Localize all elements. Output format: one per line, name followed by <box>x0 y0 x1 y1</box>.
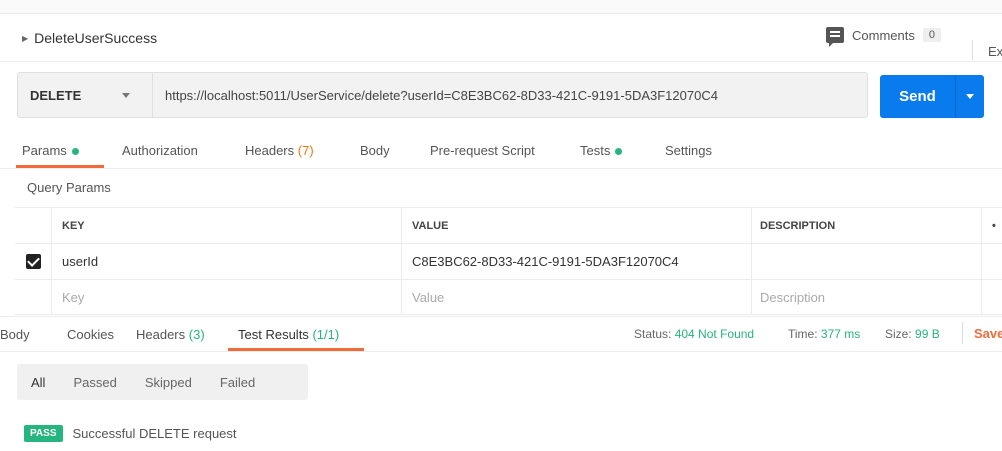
table-row-new: Key Value Description <box>15 279 1002 315</box>
response-tab-headers-count: (3) <box>188 327 205 342</box>
tab-settings[interactable]: Settings <box>665 143 712 158</box>
tab-tests[interactable]: Tests <box>580 143 623 158</box>
response-status: Status: 404 Not Found <box>634 327 754 341</box>
url-input[interactable]: https://localhost:5011/UserService/delet… <box>153 88 718 103</box>
response-tab-test-results[interactable]: Test Results (1/1) <box>238 327 339 342</box>
active-response-tab-indicator <box>228 348 364 351</box>
comments-label: Comments <box>852 27 915 43</box>
response-size: Size: 99 B <box>885 327 940 341</box>
new-key-input[interactable]: Key <box>51 280 401 314</box>
test-result-name: Successful DELETE request <box>72 426 237 441</box>
filter-skipped[interactable]: Skipped <box>131 364 206 400</box>
time-label: Time: <box>788 327 818 341</box>
request-name[interactable]: ▶ DeleteUserSuccess <box>22 30 157 46</box>
response-tab-test-results-label: Test Results <box>238 327 309 342</box>
filter-failed[interactable]: Failed <box>206 364 269 400</box>
filter-all[interactable]: All <box>17 364 59 400</box>
caret-right-icon: ▶ <box>22 33 29 43</box>
tab-headers-count: (7) <box>297 143 314 158</box>
response-tab-headers-label: Headers <box>136 327 186 342</box>
test-result-item: PASS Successful DELETE request <box>24 425 237 442</box>
tab-settings-label: Settings <box>665 143 712 158</box>
send-options-button[interactable] <box>956 75 984 118</box>
chevron-down-icon <box>122 93 130 98</box>
response-tabs: Body Cookies Headers (3) Test Results (1… <box>0 316 1002 352</box>
tab-authorization[interactable]: Authorization <box>122 143 198 158</box>
chevron-down-icon <box>966 94 974 99</box>
new-row-checkbox-cell <box>15 280 51 314</box>
response-tab-test-results-count: (1/1) <box>312 327 340 342</box>
tab-body[interactable]: Body <box>360 143 390 158</box>
status-label: Status: <box>634 327 672 341</box>
tab-tests-label: Tests <box>580 143 611 158</box>
tab-pre-request-script[interactable]: Pre-request Script <box>430 143 535 158</box>
top-strip <box>0 0 1002 14</box>
row-trailing-cell <box>981 244 1002 279</box>
new-value-input[interactable]: Value <box>401 280 751 314</box>
response-tab-cookies[interactable]: Cookies <box>67 327 114 342</box>
method-select[interactable]: DELETE <box>18 73 153 117</box>
pass-badge: PASS <box>24 425 63 442</box>
comments-count-badge: 0 <box>922 28 941 42</box>
response-tab-headers[interactable]: Headers (3) <box>136 327 205 342</box>
divider <box>962 322 963 344</box>
modified-dot-icon <box>71 148 79 156</box>
param-value[interactable]: C8E3BC62-8D33-421C-9191-5DA3F12070C4 <box>401 244 751 279</box>
table-header-row: KEY VALUE DESCRIPTION • <box>15 207 1002 243</box>
tab-authorization-label: Authorization <box>122 143 198 158</box>
export-button[interactable]: Ex <box>988 44 1002 59</box>
url-bar: DELETE https://localhost:5011/UserServic… <box>17 72 868 118</box>
new-description-input[interactable]: Description <box>751 280 981 314</box>
size-label: Size: <box>885 327 912 341</box>
test-filter-bar: All Passed Skipped Failed <box>17 364 308 400</box>
table-row: userId C8E3BC62-8D33-421C-9191-5DA3F1207… <box>15 243 1002 279</box>
save-response-button[interactable]: Save <box>974 326 1002 341</box>
param-description[interactable] <box>751 244 981 279</box>
response-time: Time: 377 ms <box>788 327 860 341</box>
query-params-table: KEY VALUE DESCRIPTION • userId C8E3BC62-… <box>15 207 1002 315</box>
comment-icon <box>826 27 844 47</box>
divider <box>972 40 973 60</box>
request-tabs: Params Authorization Headers (7) Body Pr… <box>0 131 1002 169</box>
tab-headers-label: Headers <box>245 143 295 158</box>
column-header-description: DESCRIPTION <box>751 208 981 243</box>
param-checkbox[interactable] <box>25 254 41 269</box>
status-value: 404 Not Found <box>674 327 755 341</box>
query-params-title: Query Params <box>27 180 111 195</box>
comments-button[interactable]: Comments 0 <box>826 27 941 47</box>
method-label: DELETE <box>30 87 82 103</box>
tab-body-label: Body <box>360 143 390 158</box>
param-key[interactable]: userId <box>51 244 401 279</box>
tab-params[interactable]: Params <box>22 143 79 158</box>
response-tab-body[interactable]: Body <box>0 327 30 342</box>
column-header-key: KEY <box>51 208 401 243</box>
active-tab-indicator <box>16 165 104 168</box>
more-options-icon[interactable]: • <box>981 208 1002 243</box>
row-checkbox-cell <box>15 244 51 279</box>
tab-pre-request-script-label: Pre-request Script <box>430 143 535 158</box>
tab-params-label: Params <box>22 143 67 158</box>
new-row-trailing-cell <box>981 280 1002 314</box>
time-value: 377 ms <box>820 327 861 341</box>
column-header-value: VALUE <box>401 208 751 243</box>
send-button[interactable]: Send <box>880 75 956 118</box>
header-select-cell <box>15 208 51 243</box>
modified-dot-icon <box>615 148 623 156</box>
filter-passed[interactable]: Passed <box>59 364 130 400</box>
send-button-group: Send <box>880 75 984 118</box>
tab-headers[interactable]: Headers (7) <box>245 143 314 158</box>
request-name-label: DeleteUserSuccess <box>34 30 158 46</box>
size-value: 99 B <box>915 327 940 341</box>
request-title-bar: ▶ DeleteUserSuccess Comments 0 Ex <box>0 14 1002 62</box>
